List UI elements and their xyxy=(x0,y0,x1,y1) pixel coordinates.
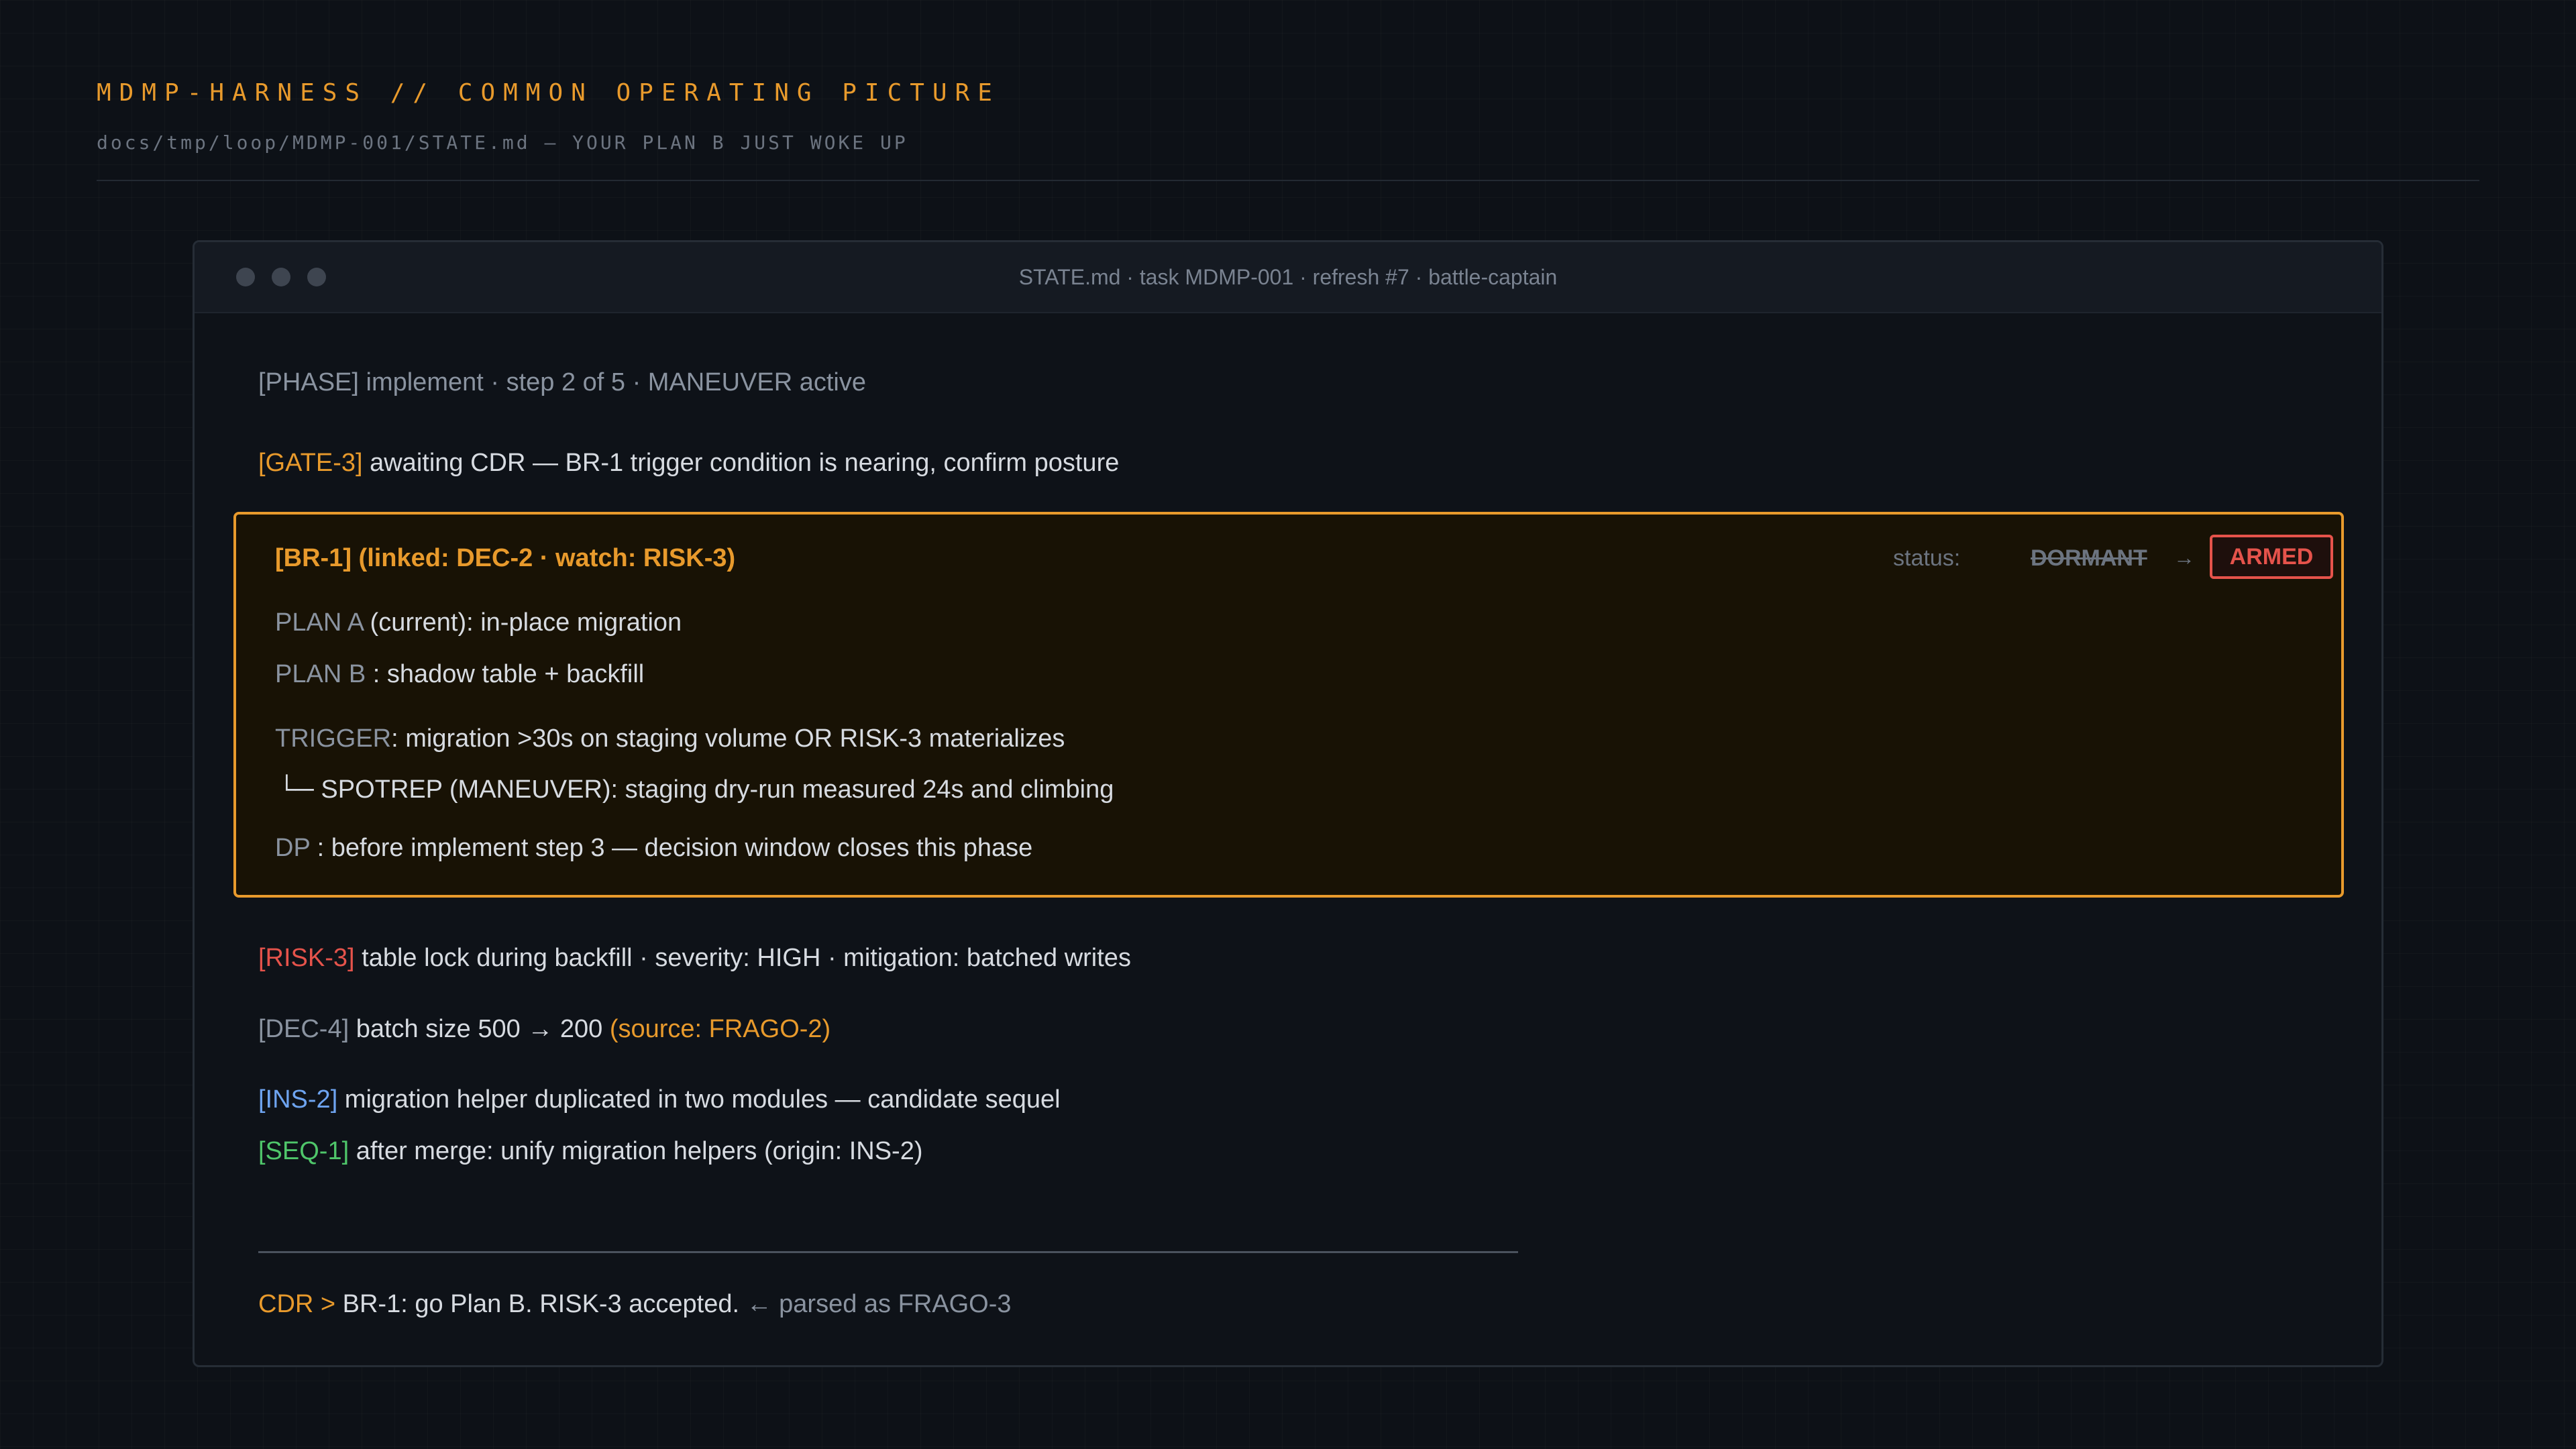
command-parsed-note: ← parsed as FRAGO-3 xyxy=(746,1290,1012,1318)
plan-a-tag: PLAN A xyxy=(275,608,363,637)
sequel-line: [SEQ-1] after merge: unify migration hel… xyxy=(258,1136,923,1167)
page-subtitle: docs/tmp/loop/MDMP-001/STATE.md — YOUR P… xyxy=(97,131,908,154)
status-old-badge: DORMANT xyxy=(2031,545,2147,571)
dp-line: DP : before implement step 3 — decision … xyxy=(275,833,1032,863)
plan-a-line: PLAN A (current): in-place migration xyxy=(275,607,682,638)
page-header: MDMP-HARNESS // COMMON OPERATING PICTURE… xyxy=(97,79,2479,181)
status-arrow-icon: → xyxy=(2174,545,2195,570)
decision-tag: [DEC-4] xyxy=(258,1015,350,1043)
plan-b-line: PLAN B : shadow table + backfill xyxy=(275,659,644,690)
trigger-tag: TRIGGER xyxy=(275,724,392,753)
plan-a-text: (current): in-place migration xyxy=(362,608,682,637)
window-titlebar: STATE.md · task MDMP-001 · refresh #7 · … xyxy=(195,242,2381,313)
gate-text: awaiting CDR — BR-1 trigger condition is… xyxy=(362,449,1120,477)
branch-panel: [BR-1] (linked: DEC-2 · watch: RISK-3) s… xyxy=(233,512,2344,898)
plan-b-tag: PLAN B xyxy=(275,660,366,688)
phase-text: implement · step 2 of 5 · MANEUVER activ… xyxy=(358,368,866,396)
gate-tag: [GATE-3] xyxy=(258,449,363,477)
sequel-text: after merge: unify migration helpers (or… xyxy=(349,1137,923,1165)
window-title: STATE.md · task MDMP-001 · refresh #7 · … xyxy=(1018,265,1558,289)
decision-source: (source: FRAGO-2) xyxy=(609,1015,831,1043)
spotrep-line: └─ SPOTREP (MANEUVER): staging dry-run m… xyxy=(278,774,1114,805)
risk-line: [RISK-3] table lock during backfill · se… xyxy=(258,943,1131,973)
command-divider xyxy=(258,1251,1518,1253)
phase-line: [PHASE] implement · step 2 of 5 · MANEUV… xyxy=(258,367,866,398)
gate-line: [GATE-3] awaiting CDR — BR-1 trigger con… xyxy=(258,447,1119,478)
spotrep-branch-icon: └─ xyxy=(278,775,314,804)
branch-heading: [BR-1] (linked: DEC-2 · watch: RISK-3) xyxy=(275,544,736,572)
command-prompt: CDR > xyxy=(258,1290,336,1318)
page-title: MDMP-HARNESS // COMMON OPERATING PICTURE xyxy=(97,79,1000,107)
command-line[interactable]: CDR > BR-1: go Plan B. RISK-3 accepted. … xyxy=(258,1289,1012,1320)
state-window: STATE.md · task MDMP-001 · refresh #7 · … xyxy=(193,240,2383,1367)
trigger-text: : migration >30s on staging volume OR RI… xyxy=(391,724,1065,753)
phase-tag: [PHASE] xyxy=(258,368,359,396)
status-armed-badge: ARMED xyxy=(2210,535,2333,579)
plan-b-text: : shadow table + backfill xyxy=(366,660,645,688)
risk-tag: [RISK-3] xyxy=(258,944,355,972)
insight-tag: [INS-2] xyxy=(258,1085,338,1114)
decision-line: [DEC-4] batch size 500 → 200 (source: FR… xyxy=(258,1014,830,1044)
spotrep-text: SPOTREP (MANEUVER): staging dry-run meas… xyxy=(321,775,1114,804)
dp-text: : before implement step 3 — decision win… xyxy=(310,834,1033,862)
insight-line: [INS-2] migration helper duplicated in t… xyxy=(258,1084,1061,1115)
trigger-line: TRIGGER: migration >30s on staging volum… xyxy=(275,723,1065,754)
risk-text: table lock during backfill · severity: H… xyxy=(354,944,1131,972)
insight-text: migration helper duplicated in two modul… xyxy=(337,1085,1061,1114)
decision-text: batch size 500 → 200 xyxy=(349,1015,610,1043)
dp-tag: DP xyxy=(275,834,311,862)
status-label: status: xyxy=(1893,545,1961,571)
command-text[interactable]: BR-1: go Plan B. RISK-3 accepted. xyxy=(335,1290,747,1318)
sequel-tag: [SEQ-1] xyxy=(258,1137,350,1165)
